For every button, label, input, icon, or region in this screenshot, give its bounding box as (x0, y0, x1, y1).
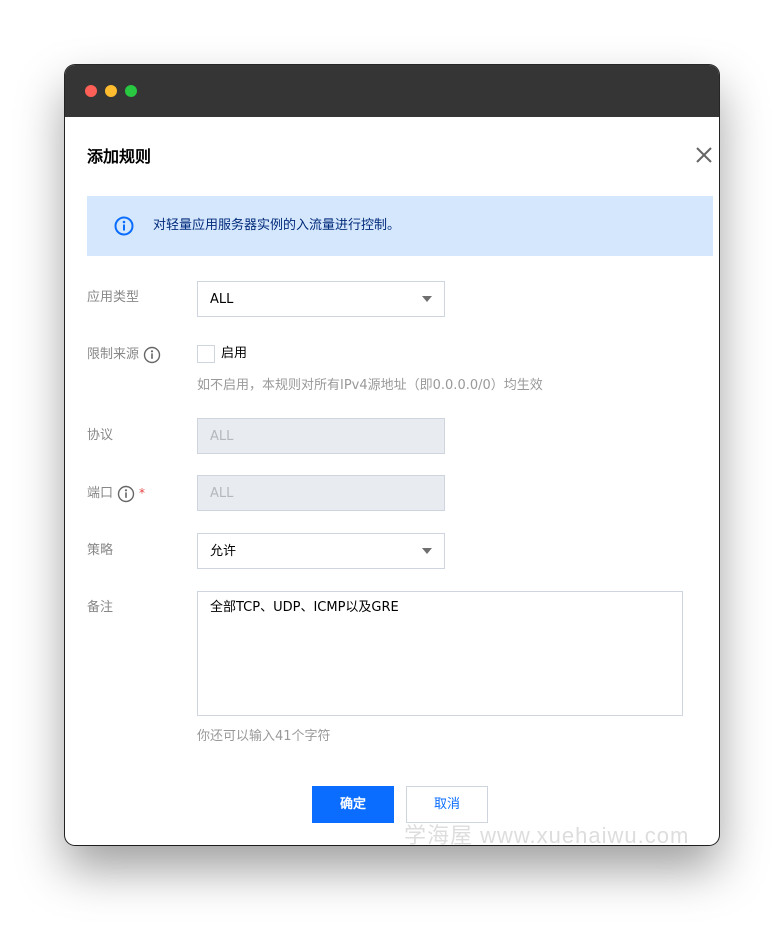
info-icon (114, 216, 134, 236)
port-value: ALL (210, 486, 234, 501)
close-window-button[interactable] (85, 85, 97, 97)
app-type-select[interactable]: ALL (197, 281, 445, 317)
required-mark: * (139, 486, 146, 500)
protocol-value: ALL (210, 429, 234, 444)
info-banner: 对轻量应用服务器实例的入流量进行控制。 (87, 196, 713, 256)
port-label-text: 端口 (87, 486, 114, 501)
close-icon[interactable] (693, 144, 715, 166)
policy-value: 允许 (210, 544, 237, 559)
enable-source-limit-label[interactable]: 启用 (221, 344, 247, 364)
source-limit-hint: 如不启用，本规则对所有IPv4源地址（即0.0.0.0/0）均生效 (197, 378, 543, 393)
info-text: 对轻量应用服务器实例的入流量进行控制。 (153, 218, 401, 233)
confirm-button[interactable]: 确定 (312, 786, 394, 823)
protocol-label: 协议 (87, 428, 114, 443)
maximize-window-button[interactable] (125, 85, 137, 97)
source-limit-label-text: 限制来源 (87, 347, 140, 362)
app-window: 添加规则 对轻量应用服务器实例的入流量进行控制。 应用类型 ALL 限制来源 启… (65, 65, 719, 845)
remark-value: 全部TCP、UDP、ICMP以及GRE (210, 600, 399, 615)
protocol-input: ALL (197, 418, 445, 454)
remark-label: 备注 (87, 600, 114, 615)
source-limit-label: 限制来源 (87, 345, 161, 365)
chevron-down-icon (422, 548, 432, 554)
app-type-label: 应用类型 (87, 290, 140, 305)
remark-textarea[interactable]: 全部TCP、UDP、ICMP以及GRE (197, 591, 683, 716)
info-icon[interactable] (117, 485, 135, 503)
policy-select[interactable]: 允许 (197, 533, 445, 569)
policy-label: 策略 (87, 543, 114, 558)
remark-char-count: 你还可以输入41个字符 (197, 729, 331, 744)
port-input: ALL (197, 475, 445, 511)
enable-source-limit-checkbox[interactable] (197, 345, 215, 363)
info-icon[interactable] (143, 346, 161, 364)
app-type-value: ALL (210, 292, 234, 307)
window-titlebar (65, 65, 719, 117)
minimize-window-button[interactable] (105, 85, 117, 97)
dialog-title: 添加规则 (87, 147, 152, 166)
port-label: 端口 * (87, 483, 145, 504)
chevron-down-icon (422, 296, 432, 302)
watermark: 学海屋 www.xuehaiwu.com (404, 823, 690, 848)
